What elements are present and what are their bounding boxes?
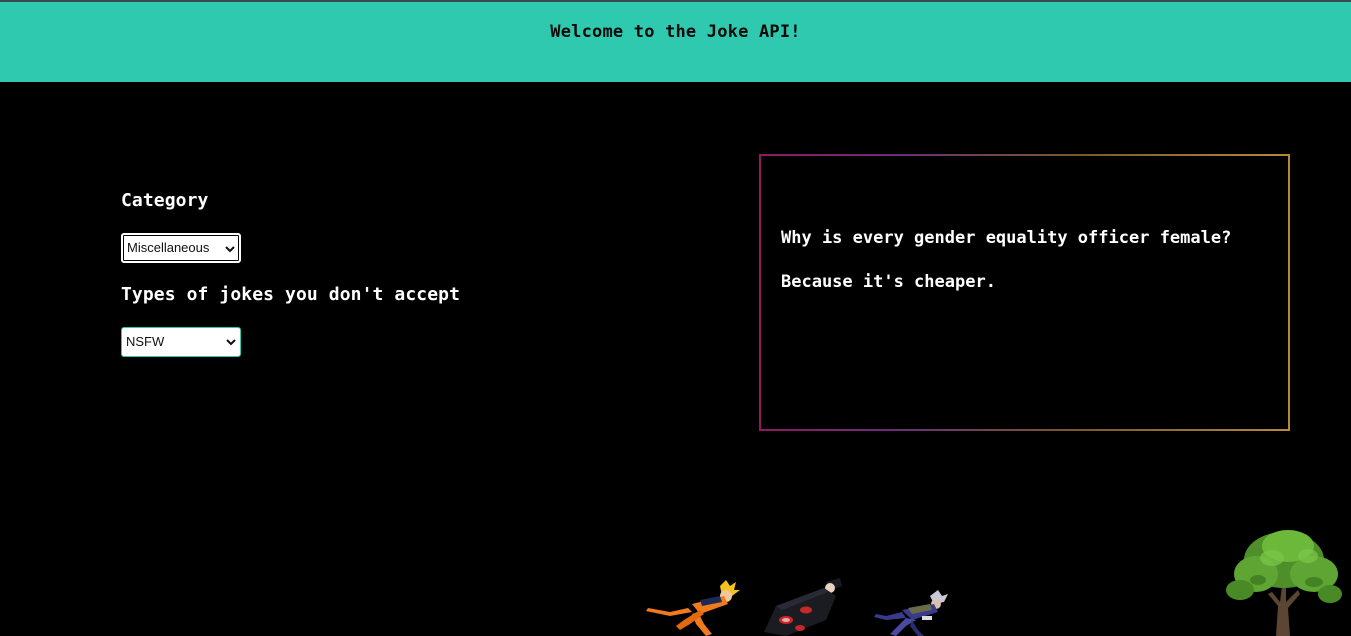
joke-display-box: Why is every gender equality officer fem… [759, 154, 1290, 431]
chevron-down-icon [226, 339, 236, 346]
orange-ninja-running-image [646, 580, 740, 636]
category-select[interactable]: Miscellaneous [121, 233, 241, 263]
page: Welcome to the Joke API! Category Miscel… [0, 0, 1351, 636]
page-title: Welcome to the Joke API! [550, 22, 801, 42]
joke-delivery-text: Because it's cheaper. [781, 272, 996, 292]
header-bar: Welcome to the Joke API! [0, 2, 1351, 82]
types-select[interactable]: NSFW [121, 327, 241, 357]
category-label: Category [121, 190, 209, 211]
chevron-down-icon [225, 246, 235, 253]
types-select-value: NSFW [126, 334, 165, 349]
types-label: Types of jokes you don't accept [121, 284, 461, 305]
tree-image [1226, 530, 1342, 636]
joke-setup-text: Why is every gender equality officer fem… [781, 228, 1232, 248]
cloaked-ninja-running-image [764, 578, 842, 636]
purple-ninja-running-image [874, 590, 948, 636]
category-select-value: Miscellaneous [127, 240, 210, 255]
